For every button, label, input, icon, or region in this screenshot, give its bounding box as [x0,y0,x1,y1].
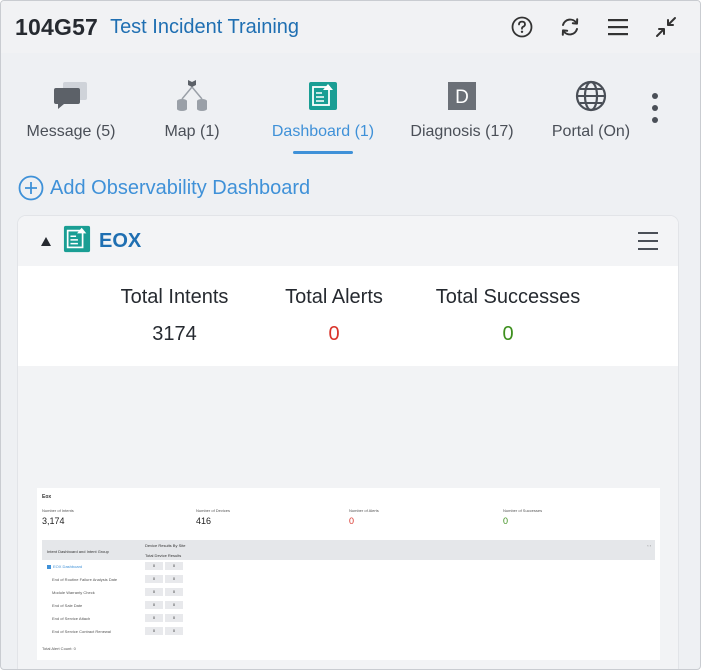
diagnosis-letter: D [455,87,469,108]
stat-total-alerts: Total Alerts 0 [281,286,387,346]
dashboard-card: EOX Total Intents 3174 Total Alerts 0 To… [18,216,678,669]
table-cell: 0 [145,562,163,570]
tab-map-label: Map (1) [164,123,220,140]
table-row: End of Sale Date 0 0 [42,599,655,612]
tab-diagnosis[interactable]: D Diagnosis (17) [407,77,517,141]
table-cell: 0 [145,614,163,622]
thumbnail-stat-value: 0 [349,516,355,526]
tab-bar: Message (5) Map (1) Dashboard (1) D Diag… [1,53,700,159]
collapse-icon[interactable] [652,13,680,41]
dashboard-icon [63,225,91,258]
add-dashboard-button[interactable]: Add Observability Dashboard [18,175,310,201]
add-dashboard-label: Add Observability Dashboard [50,176,311,199]
tab-portal[interactable]: Portal (On) [547,77,635,141]
stat-label: Total Intents [120,286,229,308]
table-row: End of Service Contract Renewal 0 0 [42,625,655,638]
thumbnail-stat-label: Number of Alerts [349,508,379,513]
tab-dashboard-label: Dashboard (1) [271,123,375,140]
table-cell: 0 [165,575,183,583]
table-cell: 0 [165,601,183,609]
globe-icon [547,77,635,115]
table-cell: 0 [145,575,163,583]
table-row: End of Routine Failure Analysis Date 0 0 [42,573,655,586]
incident-panel: 104G57 Test Incident Training Message (5… [0,0,701,670]
map-icon [161,77,223,115]
table-cell: 0 [165,614,183,622]
thumbnail-stat-label: Number of Intents [42,508,74,513]
dashboard-preview-area: Eox Number of Intents 3,174 Number of De… [18,366,678,669]
tab-message-label: Message (5) [26,123,116,140]
thumbnail-stat: Number of Intents 3,174 [42,508,74,526]
more-options-icon[interactable] [645,93,665,123]
table-cell: 0 [145,627,163,635]
table-row-label: EOX Dashboard [47,564,82,569]
thumbnail-footer: Total Alert Count: 0 [42,646,76,651]
thumbnail-table-header: Intent Dashboard and Intent Group Device… [42,540,655,560]
stat-total-intents: Total Intents 3174 [117,286,232,346]
incident-id: 104G57 [15,13,99,40]
add-circle-icon [18,175,44,201]
message-icon [25,77,117,115]
stat-value: 0 [328,323,340,345]
stat-label: Total Alerts [285,286,383,308]
thumbnail-stat-value: 3,174 [42,516,65,526]
thumbnail-stat-value: 0 [503,516,509,526]
stat-value: 0 [502,323,514,345]
thumbnail-title: Eox [42,494,52,500]
card-stats: Total Intents 3174 Total Alerts 0 Total … [18,266,678,366]
tab-message[interactable]: Message (5) [25,77,117,141]
thumbnail-stat: Number of Successes 0 [503,508,542,526]
thumbnail-stat-value: 416 [196,516,212,526]
thumbnail-pager: ‹ › [647,543,651,548]
thumbnail-stat-label: Number of Successes [503,508,543,513]
thumbnail-col-group: Intent Dashboard and Intent Group [47,549,109,554]
table-row-label: End of Service Contract Renewal [52,629,111,634]
table-cell: 0 [165,627,183,635]
dashboard-thumbnail[interactable]: Eox Number of Intents 3,174 Number of De… [37,488,660,660]
card-title: EOX [99,229,142,252]
active-tab-indicator [293,151,353,154]
table-cell: 0 [145,601,163,609]
table-cell: 0 [165,588,183,596]
table-row-label: End of Sale Date [52,603,83,608]
thumbnail-stat: Number of Alerts 0 [349,508,379,526]
table-cell: 0 [145,588,163,596]
table-row-label: Module Warranty Check [52,590,95,595]
diagnosis-icon: D [407,77,517,115]
stat-value: 3174 [152,323,197,345]
thumbnail-stat: Number of Devices 416 [196,508,230,526]
table-row: Module Warranty Check 0 0 [42,586,655,599]
table-row-label: End of Routine Failure Analysis Date [52,577,118,582]
thumbnail-stat-label: Number of Devices [196,508,231,513]
tab-portal-label: Portal (On) [551,123,631,140]
thumbnail-col-total: Total Device Results [145,553,182,558]
thumbnail-col-site: Device Results By Site [145,543,186,548]
menu-icon[interactable] [604,13,632,41]
incident-header: 104G57 Test Incident Training [1,1,700,53]
table-row: EOX Dashboard 0 0 [42,560,655,573]
card-menu-icon[interactable] [638,232,658,250]
dashboard-icon [267,77,379,115]
table-row: End of Service Attach 0 0 [42,612,655,625]
help-icon[interactable] [508,13,536,41]
tab-diagnosis-label: Diagnosis (17) [410,123,514,140]
card-header: EOX [18,216,678,266]
stat-label: Total Successes [435,286,581,308]
thumbnail-table: Intent Dashboard and Intent Group Device… [42,540,655,650]
table-cell: 0 [165,562,183,570]
collapse-toggle-icon[interactable] [41,236,51,246]
incident-title[interactable]: Test Incident Training [110,16,299,39]
tab-map[interactable]: Map (1) [161,77,223,141]
tab-dashboard[interactable]: Dashboard (1) [267,77,379,141]
refresh-icon[interactable] [556,13,584,41]
table-row-label: End of Service Attach [52,616,91,621]
stat-total-successes: Total Successes 0 [435,286,581,346]
